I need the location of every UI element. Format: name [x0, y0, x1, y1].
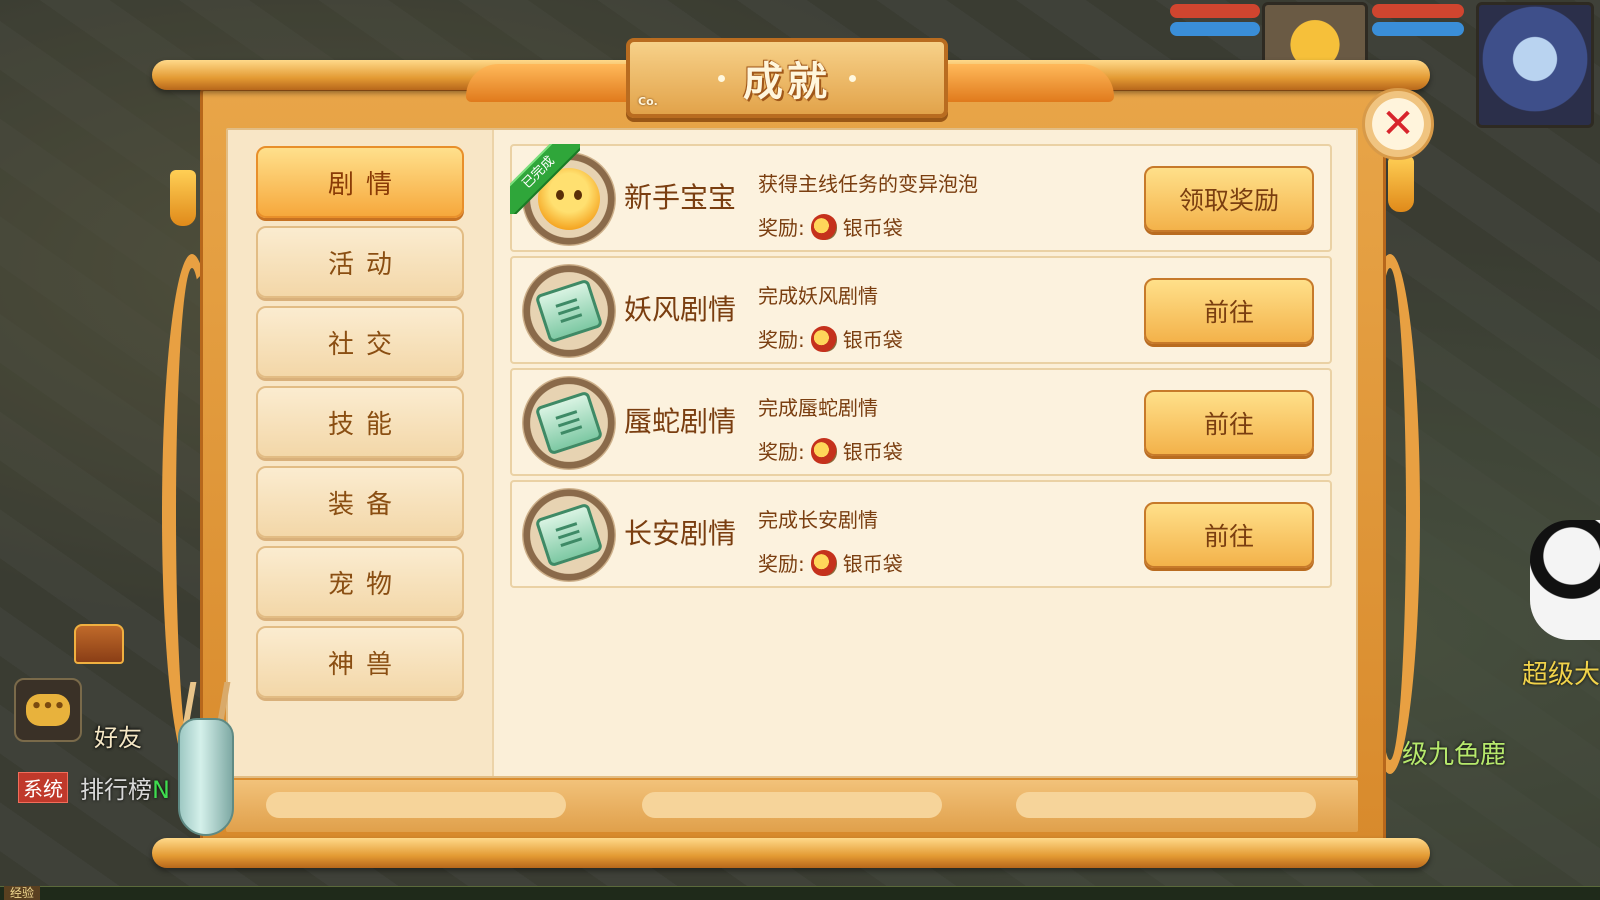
tab-skill[interactable]: 技能 — [256, 386, 464, 458]
vase-ornament — [178, 718, 234, 836]
title-dot — [718, 74, 725, 82]
chat-bubble-icon: ••• — [26, 694, 70, 726]
reward-item: 银币袋 — [842, 552, 903, 576]
go-button[interactable]: 前往 — [1144, 502, 1314, 568]
chat-button[interactable]: ••• — [14, 678, 82, 742]
rank-text: 排行榜 — [80, 776, 152, 804]
silver-coin-bag-icon — [810, 213, 837, 240]
experience-label: 经验 — [4, 886, 41, 900]
reward-item: 银币袋 — [842, 216, 903, 240]
achievement-description: 完成长安剧情 — [758, 508, 878, 532]
achievement-reward: 奖励: 银币袋 — [758, 548, 903, 577]
title-ribbon-right — [944, 64, 1114, 102]
tassel-left-ornament — [170, 170, 196, 226]
mp-bar — [1170, 22, 1260, 36]
achievement-reward: 奖励: 银币袋 — [758, 324, 903, 353]
claim-reward-button[interactable]: 领取奖励 — [1144, 166, 1314, 232]
reward-label: 奖励: — [758, 552, 805, 576]
achievement-reward: 奖励: 银币袋 — [758, 212, 903, 241]
reward-label: 奖励: — [758, 328, 805, 352]
scroll-icon — [534, 278, 604, 344]
npc-name-label: 超级大 — [1521, 660, 1600, 690]
bottom-trim — [226, 780, 1358, 832]
achievement-name: 妖风剧情 — [624, 293, 737, 326]
category-tabs: 剧情 活动 社交 技能 装备 宠物 神兽 — [256, 146, 464, 706]
achievement-icon-frame — [522, 264, 616, 358]
scroll-icon — [534, 502, 604, 568]
go-button[interactable]: 前往 — [1144, 278, 1314, 344]
achievement-icon-frame — [522, 488, 616, 582]
achievement-name: 蜃蛇剧情 — [624, 405, 737, 438]
go-button[interactable]: 前往 — [1144, 390, 1314, 456]
completed-badge-label: 已完成 — [510, 144, 580, 214]
achievement-list: 已完成 新手宝宝 获得主线任务的变异泡泡 奖励: 银币袋 领取奖励 妖风剧情 完… — [510, 144, 1332, 592]
panda-npc — [1530, 520, 1600, 640]
trim-segment — [1016, 792, 1316, 818]
achievement-row: 妖风剧情 完成妖风剧情 奖励: 银币袋 前往 — [510, 256, 1332, 364]
scroll-rod-bottom — [152, 838, 1430, 868]
achievement-description: 完成妖风剧情 — [758, 284, 878, 308]
achievement-row: 蜃蛇剧情 完成蜃蛇剧情 奖励: 银币袋 前往 — [510, 368, 1332, 476]
tab-equipment[interactable]: 装备 — [256, 466, 464, 538]
experience-bar: 经验 — [0, 886, 1600, 900]
scroll-icon — [534, 390, 604, 456]
window-title: 成就 — [743, 59, 831, 105]
achievement-description: 完成蜃蛇剧情 — [758, 396, 878, 420]
title-ribbon-left — [466, 64, 636, 102]
tab-social[interactable]: 社交 — [256, 306, 464, 378]
trim-segment — [266, 792, 566, 818]
achievement-row: 已完成 新手宝宝 获得主线任务的变异泡泡 奖励: 银币袋 领取奖励 — [510, 144, 1332, 252]
tab-divine-beast[interactable]: 神兽 — [256, 626, 464, 698]
achievement-description: 获得主线任务的变异泡泡 — [758, 172, 978, 196]
close-icon: ✕ — [1381, 101, 1415, 147]
player-portrait[interactable] — [1476, 2, 1594, 128]
tab-story[interactable]: 剧情 — [256, 146, 464, 218]
trim-segment — [642, 792, 942, 818]
achievement-reward: 奖励: 银币袋 — [758, 436, 903, 465]
silver-coin-bag-icon — [810, 437, 837, 464]
hp-bar — [1170, 4, 1260, 18]
player-mp-bar — [1372, 22, 1464, 36]
title-mark: Co. — [638, 95, 658, 108]
reward-label: 奖励: — [758, 216, 805, 240]
reward-label: 奖励: — [758, 440, 805, 464]
treasure-chest-icon[interactable] — [74, 624, 124, 664]
player-hp-bar — [1372, 4, 1464, 18]
tab-activity[interactable]: 活动 — [256, 226, 464, 298]
tab-pet[interactable]: 宠物 — [256, 546, 464, 618]
reward-item: 银币袋 — [842, 328, 903, 352]
player-status-bars — [1372, 4, 1464, 40]
title-dot — [849, 74, 856, 82]
achievement-row: 长安剧情 完成长安剧情 奖励: 银币袋 前往 — [510, 480, 1332, 588]
achievement-name: 新手宝宝 — [624, 181, 737, 214]
silver-coin-bag-icon — [810, 549, 837, 576]
completed-badge: 已完成 — [510, 144, 580, 214]
title-plaque: 成就 Co. — [626, 38, 948, 118]
achievement-icon-frame — [522, 376, 616, 470]
reward-item: 银币袋 — [842, 440, 903, 464]
target-status-bars — [1170, 4, 1260, 40]
achievement-name: 长安剧情 — [624, 517, 737, 550]
close-button[interactable]: ✕ — [1362, 88, 1434, 160]
system-channel-tag: 系统 — [18, 772, 68, 803]
silver-coin-bag-icon — [810, 325, 837, 352]
tassel-right-ornament — [1388, 156, 1414, 212]
friend-label[interactable]: 好友 — [94, 718, 142, 753]
